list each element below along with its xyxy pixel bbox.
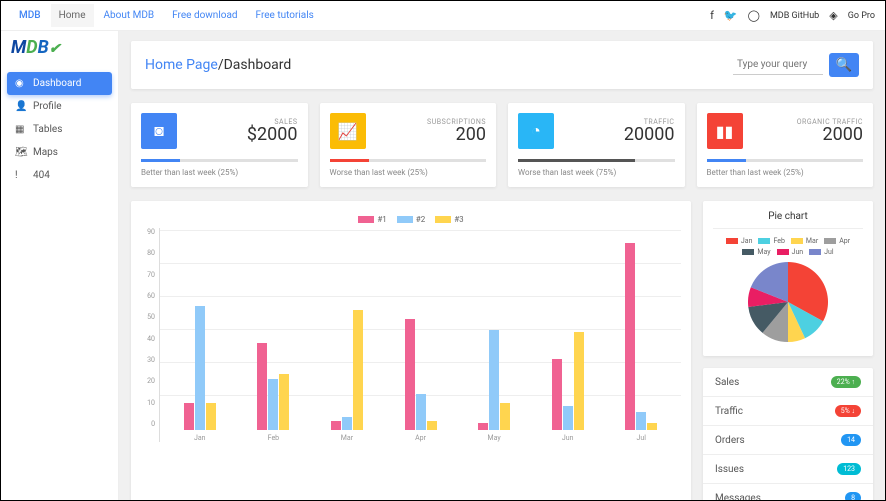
bar: [625, 243, 635, 430]
stat-sales: ◙ SALES$2000 Better than last week (25%): [131, 103, 308, 187]
sidebar-item-label: Maps: [33, 147, 58, 158]
bar: [478, 423, 488, 430]
bar: [195, 306, 205, 430]
list-row-sales[interactable]: Sales22% ↑: [703, 368, 873, 397]
stat-organic traffic: ▮▮ ORGANIC TRAFFIC2000 Better than last …: [697, 103, 874, 187]
nav-brand[interactable]: MDB: [11, 4, 49, 27]
bar: [331, 421, 341, 430]
progress-bar: [707, 159, 864, 162]
sidebar-item-profile[interactable]: 👤 Profile: [7, 95, 112, 118]
stat-subscriptions: 📈 SUBSCRIPTIONS200 Worse than last week …: [320, 103, 497, 187]
twitter-icon[interactable]: 🐦: [724, 9, 738, 22]
list-row-orders[interactable]: Orders14: [703, 426, 873, 455]
sidebar-item-label: Profile: [33, 101, 62, 112]
search-button[interactable]: 🔍: [829, 53, 859, 77]
sidebar-item-label: Dashboard: [33, 78, 81, 89]
nav-home[interactable]: Home: [51, 4, 94, 27]
list-row-traffic[interactable]: Traffic5% ↓: [703, 397, 873, 426]
tables-icon: ▦: [15, 124, 25, 135]
breadcrumb-current: Dashboard: [224, 57, 292, 73]
404-icon: !: [15, 170, 25, 181]
sidebar-item-404[interactable]: ! 404: [7, 164, 112, 187]
bar: [500, 403, 510, 430]
sidebar-item-label: Tables: [33, 124, 62, 135]
nav-free-tutorials[interactable]: Free tutorials: [248, 4, 322, 27]
sidebar-item-maps[interactable]: 🗺 Maps: [7, 141, 112, 164]
badge: 123: [837, 463, 861, 475]
bar: [353, 310, 363, 430]
breadcrumb-home[interactable]: Home Page: [145, 57, 218, 73]
bar: [636, 412, 646, 430]
bar: [206, 403, 216, 430]
bar: [552, 359, 562, 430]
bar: [257, 343, 267, 430]
progress-bar: [141, 159, 298, 162]
bar: [416, 394, 426, 430]
bar: [427, 421, 437, 430]
bar: [489, 330, 499, 430]
bar: [647, 423, 657, 430]
badge: 8: [845, 492, 861, 500]
sidebar-item-label: 404: [33, 170, 50, 181]
subscriptions-icon: 📈: [330, 113, 366, 149]
sidebar-item-dashboard[interactable]: ◉ Dashboard: [7, 72, 112, 95]
top-nav: MDBHomeAbout MDBFree downloadFree tutori…: [1, 1, 885, 31]
profile-icon: 👤: [15, 101, 25, 112]
list-row-messages[interactable]: Messages8: [703, 484, 873, 500]
bar: [405, 319, 415, 430]
gopro-link[interactable]: Go Pro: [848, 11, 875, 21]
badge: 14: [841, 434, 861, 446]
search-icon: 🔍: [836, 58, 853, 73]
search-input[interactable]: [733, 55, 823, 75]
bar: [342, 417, 352, 430]
stats-list: Sales22% ↑Traffic5% ↓Orders14Issues123Me…: [703, 368, 873, 500]
github-icon[interactable]: ◯: [748, 9, 760, 22]
badge: 22% ↑: [831, 376, 861, 388]
list-row-issues[interactable]: Issues123: [703, 455, 873, 484]
bar: [574, 332, 584, 430]
breadcrumb: Home Page/Dashboard: [145, 57, 291, 73]
content: Home Page/Dashboard 🔍 ◙ SALES$2000 Bette…: [119, 31, 885, 500]
pie-chart: [748, 262, 828, 342]
diamond-icon[interactable]: ◈: [829, 9, 837, 22]
bar: [563, 406, 573, 430]
sales-icon: ◙: [141, 113, 177, 149]
badge: 5% ↓: [835, 405, 861, 417]
nav-about-mdb[interactable]: About MDB: [96, 4, 163, 27]
bar: [184, 403, 194, 430]
facebook-icon[interactable]: f: [710, 9, 714, 22]
pie-title: Pie chart: [713, 211, 863, 229]
nav-free-download[interactable]: Free download: [164, 4, 245, 27]
stat-traffic: ◔ TRAFFIC20000 Worse than last week (75%…: [508, 103, 685, 187]
dashboard-icon: ◉: [15, 78, 25, 89]
sidebar: MDB✔ ◉ Dashboard 👤 Profile ▦ Tables 🗺 Maps! 404: [1, 31, 119, 500]
sidebar-item-tables[interactable]: ▦ Tables: [7, 118, 112, 141]
bar: [268, 379, 278, 430]
progress-bar: [330, 159, 487, 162]
github-link[interactable]: MDB GitHub: [770, 11, 819, 21]
traffic-icon: ◔: [518, 113, 554, 149]
progress-bar: [518, 159, 675, 162]
bar-chart-card: #1#2#3 9080706050403020100 JanFebMarAprM…: [131, 201, 691, 500]
pie-chart-card: Pie chart JanFebMarAprMayJunJul: [703, 201, 873, 356]
breadcrumb-card: Home Page/Dashboard 🔍: [131, 41, 873, 89]
organic traffic-icon: ▮▮: [707, 113, 743, 149]
bar: [279, 374, 289, 430]
maps-icon: 🗺: [15, 147, 25, 158]
logo: MDB✔: [1, 31, 118, 64]
